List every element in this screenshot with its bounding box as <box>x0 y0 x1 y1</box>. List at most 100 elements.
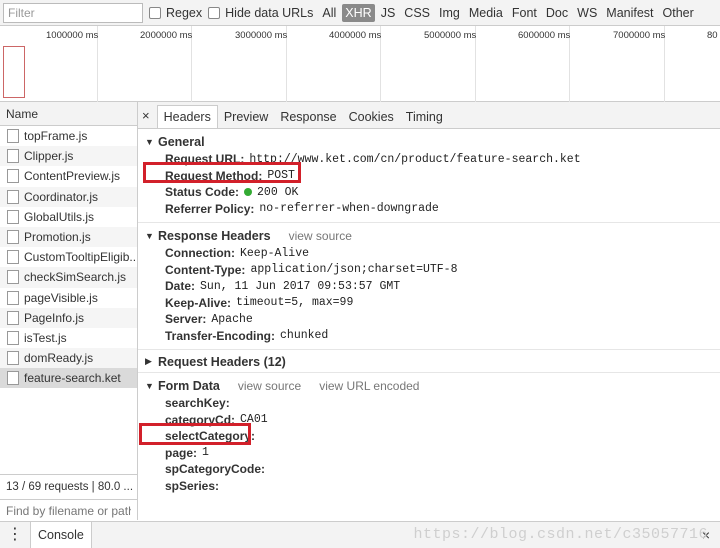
triangle-down-icon: ▼ <box>145 136 154 147</box>
request-name: Coordinator.js <box>24 189 99 204</box>
request-count-status: 13 / 69 requests | 80.0 ... <box>0 474 137 498</box>
timeline-tick-label: 1000000 ms <box>46 30 99 41</box>
response-headers-title: Response Headers <box>158 228 271 243</box>
request-row[interactable]: isTest.js <box>0 328 137 348</box>
request-row[interactable]: CustomTooltipEligib... <box>0 247 137 267</box>
request-name: topFrame.js <box>24 129 88 144</box>
watermark-text: https://blog.csdn.net/c35057716 <box>413 526 708 543</box>
type-filter-all[interactable]: All <box>319 4 339 22</box>
request-row-selected[interactable]: feature-search.ket <box>0 368 137 389</box>
tab-response[interactable]: Response <box>274 105 342 128</box>
response-headers-section: ▼ Response Headers view source Connectio… <box>138 223 720 350</box>
find-by-filename-input[interactable] <box>0 500 137 521</box>
view-source-link[interactable]: view source <box>238 379 301 393</box>
request-row[interactable]: Coordinator.js <box>0 186 137 207</box>
form-row: page: 1 <box>138 445 720 462</box>
timeline-overview[interactable]: 1000000 ms 2000000 ms 3000000 ms 4000000… <box>0 26 720 102</box>
file-icon <box>7 230 19 245</box>
tab-cookies[interactable]: Cookies <box>343 105 400 128</box>
response-headers-header[interactable]: ▼ Response Headers view source <box>138 226 720 245</box>
file-icon <box>7 189 19 204</box>
type-filter-xhr[interactable]: XHR <box>342 3 375 22</box>
form-row: searchKey: <box>138 395 720 412</box>
console-tab[interactable]: Console <box>30 522 92 548</box>
header-value: timeout=5, max=99 <box>236 296 354 310</box>
timeline-tick-label: 4000000 ms <box>329 30 382 41</box>
regex-checkbox[interactable]: Regex <box>149 6 202 20</box>
header-value: Keep-Alive <box>240 246 310 260</box>
type-filter-css[interactable]: CSS <box>401 4 433 22</box>
timeline-tick-label: 80 <box>707 30 718 41</box>
header-row: Keep-Alive: timeout=5, max=99 <box>138 295 720 312</box>
view-url-encoded-link[interactable]: view URL encoded <box>319 379 419 393</box>
referrer-policy-row: Referrer Policy: no-referrer-when-downgra… <box>138 201 720 218</box>
type-filter-js[interactable]: JS <box>378 4 399 22</box>
request-row[interactable]: topFrame.js <box>0 126 137 146</box>
file-icon <box>7 310 19 325</box>
header-row: Transfer-Encoding: chunked <box>138 328 720 345</box>
tab-preview[interactable]: Preview <box>218 105 274 128</box>
form-key: spSeries: <box>165 478 220 493</box>
type-filter-media[interactable]: Media <box>466 4 506 22</box>
type-filter-manifest[interactable]: Manifest <box>603 4 656 22</box>
file-icon <box>7 270 19 285</box>
type-filter-other[interactable]: Other <box>660 4 697 22</box>
tab-headers[interactable]: Headers <box>156 105 218 128</box>
hide-data-urls-label: Hide data URLs <box>225 5 314 20</box>
timeline-tick-label: 3000000 ms <box>235 30 288 41</box>
status-code-value: 200 OK <box>257 185 299 199</box>
request-row[interactable]: domReady.js <box>0 348 137 369</box>
form-key: searchKey: <box>165 396 230 411</box>
general-title: General <box>158 134 205 149</box>
header-row: Content-Type: application/json;charset=UT… <box>138 262 720 279</box>
request-method-highlight-box <box>143 162 301 183</box>
request-row[interactable]: ContentPreview.js <box>0 166 137 186</box>
network-filter-toolbar: Regex Hide data URLs All XHR JS CSS Img … <box>0 0 720 26</box>
request-headers-header[interactable]: ▶ Request Headers (12) <box>138 352 720 371</box>
type-filter-font[interactable]: Font <box>509 4 540 22</box>
file-icon <box>7 149 19 164</box>
type-filter-ws[interactable]: WS <box>574 4 600 22</box>
hide-data-urls-checkbox[interactable]: Hide data URLs <box>208 6 313 20</box>
type-filter-doc[interactable]: Doc <box>543 4 571 22</box>
request-name: ContentPreview.js <box>24 169 121 184</box>
request-row[interactable]: checkSimSearch.js <box>0 267 137 288</box>
request-headers-section: ▶ Request Headers (12) <box>138 350 720 373</box>
filter-input[interactable] <box>3 2 143 23</box>
form-key: spCategoryCode: <box>165 462 266 477</box>
triangle-down-icon: ▼ <box>145 380 154 391</box>
request-list: Name topFrame.js Clipper.js ContentPrevi… <box>0 102 138 521</box>
header-key: Date: <box>165 279 196 294</box>
timeline-tick-label: 6000000 ms <box>518 30 571 41</box>
general-section-header[interactable]: ▼ General <box>138 132 720 151</box>
triangle-down-icon: ▼ <box>145 230 154 241</box>
request-name: pageVisible.js <box>24 290 98 305</box>
header-key: Transfer-Encoding: <box>165 328 276 343</box>
request-row[interactable]: Clipper.js <box>0 146 137 167</box>
header-key: Connection: <box>165 246 235 261</box>
timeline-tick-label: 5000000 ms <box>424 30 477 41</box>
header-row: Date: Sun, 11 Jun 2017 09:53:57 GMT <box>138 278 720 295</box>
request-row[interactable]: Promotion.js <box>0 226 137 248</box>
resource-type-filters: All XHR JS CSS Img Media Font Doc WS Man… <box>319 3 699 22</box>
request-row[interactable]: PageInfo.js <box>0 307 137 328</box>
request-row[interactable]: GlobalUtils.js <box>0 207 137 227</box>
request-name: domReady.js <box>24 351 94 366</box>
status-code-key: Status Code: <box>165 185 240 200</box>
page-field-highlight-box <box>139 423 251 445</box>
header-key: Keep-Alive: <box>165 295 232 310</box>
file-icon <box>7 351 19 366</box>
referrer-policy-value: no-referrer-when-downgrade <box>259 202 439 216</box>
header-value: Sun, 11 Jun 2017 09:53:57 GMT <box>200 279 401 293</box>
request-row[interactable]: pageVisible.js <box>0 288 137 308</box>
form-data-title: Form Data <box>158 378 220 393</box>
drawer-menu-icon[interactable]: ⋮ <box>0 527 30 543</box>
type-filter-img[interactable]: Img <box>436 4 463 22</box>
name-column-header[interactable]: Name <box>0 102 137 126</box>
timeline-tick-label: 7000000 ms <box>613 30 666 41</box>
tab-timing[interactable]: Timing <box>400 105 449 128</box>
form-data-header[interactable]: ▼ Form Data view source view URL encoded <box>138 376 720 395</box>
view-source-link[interactable]: view source <box>289 229 352 243</box>
request-name: isTest.js <box>24 330 67 345</box>
close-icon[interactable]: × <box>142 108 150 123</box>
